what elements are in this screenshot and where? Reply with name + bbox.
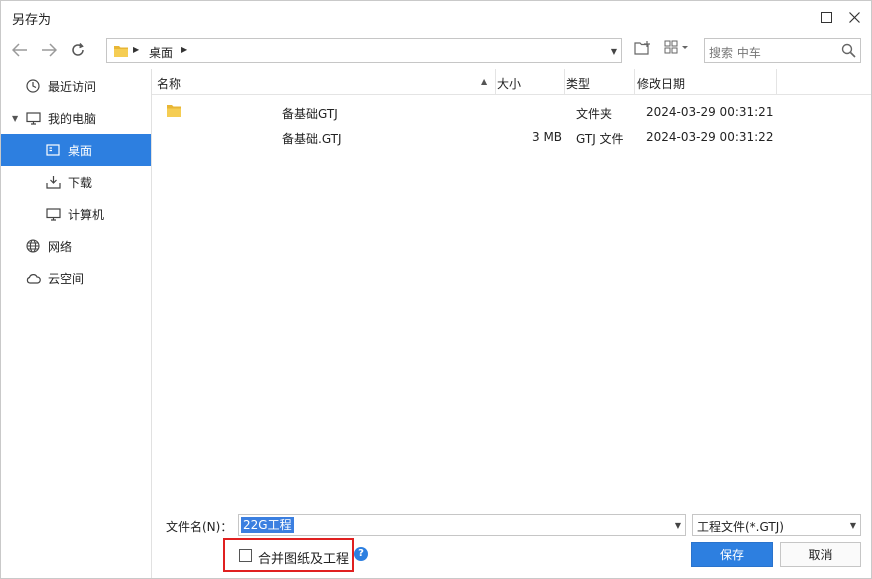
column-header-name[interactable]: 名称 [157, 75, 181, 92]
forward-button[interactable] [38, 39, 60, 61]
sidebar: 最近访问 ▼ 我的电脑 桌面 下载 计算机 网络 云空间 [1, 69, 152, 578]
sidebar-item-label: 桌面 [68, 143, 93, 158]
file-list: 名称 ▲ 大小 类型 修改日期 备基础GTJ 文件夹 2024-03-29 00… [152, 69, 871, 500]
help-icon[interactable]: ? [354, 547, 368, 561]
column-header-modified[interactable]: 修改日期 [637, 75, 685, 92]
file-size: 3 MB [532, 130, 563, 144]
column-header-type[interactable]: 类型 [566, 75, 590, 92]
maximize-button[interactable] [814, 5, 838, 29]
save-as-dialog: 另存为 ▶ 桌面 ▶ ▼ 搜索 中车 最近访问 ▼ 我的电脑 桌面 下载 计算机… [0, 0, 872, 579]
dialog-title: 另存为 [12, 13, 52, 28]
toolbar: ▶ 桌面 ▶ ▼ 搜索 中车 [1, 33, 871, 69]
sidebar-item-recent[interactable]: 最近访问 [1, 70, 151, 102]
new-folder-icon [634, 41, 650, 55]
sidebar-item-my-computer[interactable]: ▼ 我的电脑 [1, 102, 151, 134]
download-icon [45, 174, 61, 190]
address-bar[interactable]: ▶ 桌面 ▶ ▼ [106, 38, 622, 63]
file-name: 备基础GTJ [282, 107, 338, 121]
breadcrumb-arrow-icon[interactable]: ▶ [181, 45, 187, 54]
folder-icon [166, 103, 182, 122]
highlight-box: 合并图纸及工程 [223, 538, 354, 572]
sidebar-item-network[interactable]: 网络 [1, 230, 151, 262]
folder-icon [113, 44, 129, 61]
sidebar-item-label: 网络 [48, 239, 73, 254]
file-type: GTJ 文件 [576, 132, 624, 146]
view-mode-button[interactable] [664, 40, 690, 57]
list-header: 名称 ▲ 大小 类型 修改日期 [152, 69, 871, 95]
table-row[interactable]: 备基础GTJ 文件夹 2024-03-29 00:31:21 [152, 100, 871, 124]
sidebar-item-computer[interactable]: 计算机 [1, 198, 151, 230]
sidebar-item-label: 计算机 [68, 207, 105, 222]
file-modified: 2024-03-29 00:31:21 [646, 105, 774, 119]
merge-label[interactable]: 合并图纸及工程 [258, 548, 349, 567]
column-divider[interactable] [564, 69, 565, 95]
cancel-button[interactable]: 取消 [780, 542, 861, 567]
filename-label: 文件名(N)： [166, 520, 233, 534]
filetype-value: 工程文件(*.GTJ) [697, 520, 784, 534]
close-button[interactable] [842, 5, 866, 29]
title-bar: 另存为 [1, 1, 871, 33]
sidebar-item-cloud[interactable]: 云空间 [1, 262, 151, 294]
filename-input[interactable]: 22G工程 ▼ [238, 514, 686, 536]
column-divider[interactable] [634, 69, 635, 95]
search-field[interactable]: 搜索 中车 [704, 38, 861, 63]
refresh-button[interactable] [67, 39, 89, 61]
filename-value[interactable]: 22G工程 [241, 517, 294, 533]
file-name: 备基础.GTJ [282, 132, 342, 146]
maximize-icon [820, 11, 832, 23]
sidebar-item-downloads[interactable]: 下载 [1, 166, 151, 198]
chevron-down-icon[interactable]: ▼ [675, 521, 681, 530]
search-icon[interactable] [841, 43, 856, 61]
desktop-icon [45, 142, 61, 158]
file-type: 文件夹 [576, 107, 613, 121]
clock-icon [25, 78, 41, 94]
merge-checkbox[interactable] [239, 549, 252, 562]
search-input[interactable]: 搜索 中车 [709, 44, 761, 61]
computer-icon [25, 110, 41, 126]
chevron-down-icon[interactable]: ▼ [611, 47, 617, 56]
monitor-icon [45, 206, 61, 222]
breadcrumb-desktop[interactable]: 桌面 [149, 44, 173, 61]
new-folder-button[interactable] [634, 40, 652, 59]
sort-asc-icon: ▲ [481, 77, 488, 86]
sidebar-item-label: 云空间 [48, 271, 85, 286]
back-button[interactable] [9, 39, 31, 61]
sidebar-item-label: 我的电脑 [48, 111, 97, 126]
breadcrumb-arrow-icon[interactable]: ▶ [133, 45, 139, 54]
arrow-left-icon [12, 43, 27, 57]
refresh-icon [72, 43, 84, 56]
sidebar-item-desktop[interactable]: 桌面 [1, 134, 151, 166]
column-header-size[interactable]: 大小 [497, 75, 521, 92]
chevron-down-icon[interactable]: ▼ [850, 521, 856, 530]
cloud-icon [25, 270, 41, 286]
grid-view-icon [664, 40, 688, 54]
save-options-panel: 文件名(N)： 22G工程 ▼ 工程文件(*.GTJ) ▼ 合并图纸及工程 ? … [152, 500, 871, 578]
sidebar-item-label: 最近访问 [48, 79, 97, 94]
table-row[interactable]: 备基础.GTJ 3 MB GTJ 文件 2024-03-29 00:31:22 [152, 125, 871, 149]
close-icon [848, 11, 860, 23]
file-modified: 2024-03-29 00:31:22 [646, 130, 774, 144]
save-button[interactable]: 保存 [691, 542, 773, 567]
arrow-right-icon [42, 43, 57, 57]
expand-arrow-icon[interactable]: ▼ [12, 114, 18, 123]
filetype-select[interactable]: 工程文件(*.GTJ) ▼ [692, 514, 861, 536]
globe-icon [25, 238, 41, 254]
sidebar-item-label: 下载 [68, 175, 93, 190]
column-divider[interactable] [495, 69, 496, 95]
column-divider[interactable] [776, 69, 777, 95]
